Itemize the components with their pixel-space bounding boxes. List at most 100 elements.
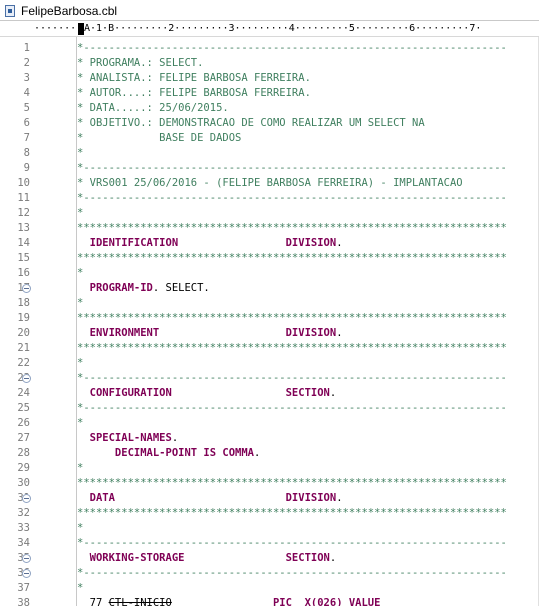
fold-toggle-icon[interactable] bbox=[22, 494, 31, 503]
code-line[interactable]: IDENTIFICATION DIVISION. bbox=[77, 236, 343, 251]
comment-text: * bbox=[77, 267, 84, 279]
comment-text: * DATA.....: 25/06/2015. bbox=[77, 102, 229, 114]
code-line[interactable]: ****************************************… bbox=[77, 476, 507, 491]
cobol-file-icon bbox=[5, 4, 15, 17]
line-number: 12 bbox=[17, 207, 30, 219]
code-line[interactable]: ENVIRONMENT DIVISION. bbox=[77, 326, 343, 341]
cobol-keyword: WORKING-STORAGE SECTION bbox=[77, 552, 330, 564]
code-line[interactable]: 77 CTL-INICIO PIC X(026) VALUE bbox=[77, 596, 381, 606]
comment-text: * bbox=[77, 417, 84, 429]
pic-clause: PIC X(026) bbox=[171, 597, 349, 606]
fold-toggle-icon[interactable] bbox=[22, 284, 31, 293]
separator-comment: *---------------------------------------… bbox=[77, 162, 507, 174]
column-ruler: ······· A·1·B·········2·········3·······… bbox=[0, 21, 539, 37]
code-line[interactable]: *---------------------------------------… bbox=[77, 371, 507, 386]
line-number: 11 bbox=[17, 192, 30, 204]
ruler-columns: A·1·B·········2·········3·········4·····… bbox=[84, 23, 482, 34]
line-number: 27 bbox=[17, 432, 30, 444]
code-line[interactable]: ****************************************… bbox=[77, 506, 507, 521]
line-number: 29 bbox=[17, 462, 30, 474]
code-text: . bbox=[336, 492, 343, 504]
code-line[interactable]: DECIMAL-POINT IS COMMA. bbox=[77, 446, 260, 461]
line-number: 5 bbox=[23, 102, 30, 114]
code-line[interactable]: *---------------------------------------… bbox=[77, 161, 507, 176]
code-line[interactable]: SPECIAL-NAMES. bbox=[77, 431, 179, 446]
code-line[interactable]: * bbox=[77, 146, 83, 161]
separator-comment: ****************************************… bbox=[77, 342, 507, 354]
comment-text: * bbox=[77, 522, 84, 534]
code-line[interactable]: PROGRAM-ID. SELECT. bbox=[77, 281, 210, 296]
comment-text: * OBJETIVO.: DEMONSTRACAO DE COMO REALIZ… bbox=[77, 117, 425, 129]
separator-comment: ****************************************… bbox=[77, 222, 507, 234]
line-number: 15 bbox=[17, 252, 30, 264]
fold-toggle-icon[interactable] bbox=[22, 554, 31, 563]
code-text: . bbox=[336, 327, 343, 339]
code-line[interactable]: * OBJETIVO.: DEMONSTRACAO DE COMO REALIZ… bbox=[77, 116, 425, 131]
code-text: . bbox=[329, 552, 337, 564]
ruler-left-dots: ······· bbox=[34, 23, 77, 34]
separator-comment: ****************************************… bbox=[77, 507, 507, 519]
line-number: 4 bbox=[23, 87, 30, 99]
code-line[interactable]: * bbox=[77, 461, 83, 476]
line-number: 38 bbox=[17, 597, 30, 609]
line-number: 34 bbox=[17, 537, 30, 549]
fold-toggle-icon[interactable] bbox=[22, 374, 31, 383]
line-number: 6 bbox=[23, 117, 30, 129]
code-line[interactable]: *---------------------------------------… bbox=[77, 536, 507, 551]
separator-comment: *---------------------------------------… bbox=[77, 567, 507, 579]
level-number: 77 bbox=[77, 597, 109, 606]
code-line[interactable]: *---------------------------------------… bbox=[77, 191, 507, 206]
line-number: 9 bbox=[23, 162, 30, 174]
code-line[interactable]: * VRS001 25/06/2016 - (FELIPE BARBOSA FE… bbox=[77, 176, 463, 191]
line-number: 1 bbox=[23, 42, 30, 54]
line-number: 32 bbox=[17, 507, 30, 519]
editor-tab[interactable]: FelipeBarbosa.cbl bbox=[0, 0, 128, 21]
separator-comment: *---------------------------------------… bbox=[77, 192, 507, 204]
code-line[interactable]: * DATA.....: 25/06/2015. bbox=[77, 101, 229, 116]
code-line[interactable]: * bbox=[77, 521, 83, 536]
code-line[interactable]: * bbox=[77, 356, 83, 371]
code-line[interactable]: * bbox=[77, 416, 83, 431]
separator-comment: *---------------------------------------… bbox=[77, 537, 507, 549]
fold-toggle-icon[interactable] bbox=[22, 569, 31, 578]
cobol-keyword: ENVIRONMENT DIVISION bbox=[77, 327, 337, 339]
code-line[interactable]: * bbox=[77, 206, 83, 221]
code-line[interactable]: ****************************************… bbox=[77, 221, 507, 236]
cobol-keyword: DECIMAL-POINT IS COMMA bbox=[77, 447, 255, 459]
code-line[interactable]: * bbox=[77, 266, 83, 281]
line-number: 20 bbox=[17, 327, 30, 339]
line-number: 3 bbox=[23, 72, 30, 84]
comment-text: * ANALISTA.: FELIPE BARBOSA FERREIRA. bbox=[77, 72, 311, 84]
line-number: 10 bbox=[17, 177, 30, 189]
code-text: . bbox=[336, 237, 343, 249]
code-line[interactable]: CONFIGURATION SECTION. bbox=[77, 386, 337, 401]
code-line[interactable]: ****************************************… bbox=[77, 251, 507, 266]
code-line[interactable]: *---------------------------------------… bbox=[77, 41, 507, 56]
code-editor[interactable]: *---------------------------------------… bbox=[77, 37, 539, 606]
code-line[interactable]: *---------------------------------------… bbox=[77, 566, 507, 581]
code-line[interactable]: DATA DIVISION. bbox=[77, 491, 343, 506]
line-number: 7 bbox=[23, 132, 30, 144]
line-number: 21 bbox=[17, 342, 30, 354]
line-number: 28 bbox=[17, 447, 30, 459]
code-line[interactable]: WORKING-STORAGE SECTION. bbox=[77, 551, 337, 566]
line-number: 33 bbox=[17, 522, 30, 534]
code-text: . bbox=[171, 432, 179, 444]
code-line[interactable]: * BASE DE DADOS bbox=[77, 131, 241, 146]
code-line[interactable]: *---------------------------------------… bbox=[77, 401, 507, 416]
variable-name: CTL-INICIO bbox=[108, 597, 172, 606]
comment-text: * bbox=[77, 297, 84, 309]
line-number: 26 bbox=[17, 417, 30, 429]
code-text: . bbox=[254, 447, 261, 459]
code-text: . SELECT. bbox=[152, 282, 210, 294]
code-line[interactable]: ****************************************… bbox=[77, 311, 507, 326]
code-line[interactable]: * bbox=[77, 581, 83, 596]
code-line[interactable]: * bbox=[77, 296, 83, 311]
cobol-keyword: SPECIAL-NAMES bbox=[77, 432, 172, 444]
line-number: 25 bbox=[17, 402, 30, 414]
code-line[interactable]: * AUTOR....: FELIPE BARBOSA FERREIRA. bbox=[77, 86, 311, 101]
code-line[interactable]: * PROGRAMA.: SELECT. bbox=[77, 56, 203, 71]
line-number: 24 bbox=[17, 387, 30, 399]
code-line[interactable]: ****************************************… bbox=[77, 341, 507, 356]
code-line[interactable]: * ANALISTA.: FELIPE BARBOSA FERREIRA. bbox=[77, 71, 311, 86]
